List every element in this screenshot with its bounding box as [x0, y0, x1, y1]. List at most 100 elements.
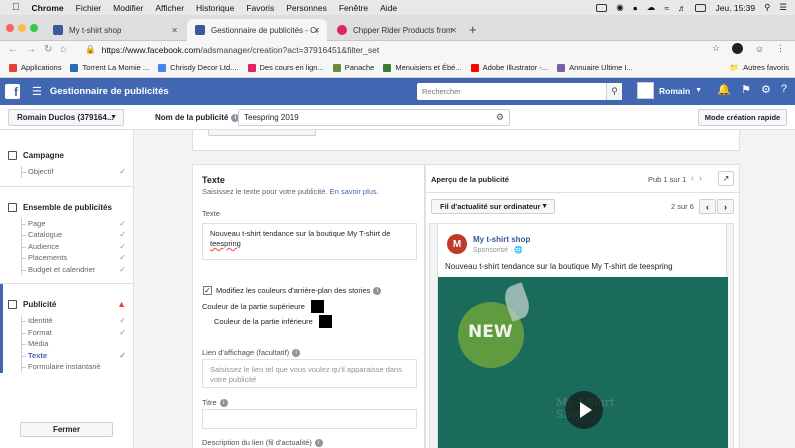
menu-item[interactable]: Afficher	[155, 3, 184, 13]
sidebar-adset[interactable]: Ensemble de publicités	[8, 202, 126, 212]
close-icon[interactable]: ✕	[450, 26, 457, 35]
menu-item[interactable]: Aide	[380, 3, 397, 13]
placement-dropdown[interactable]: Fil d'actualité sur ordinateur ▼	[431, 199, 555, 214]
browser-tab-active[interactable]: Gestionnaire de publicités - Cré ✕	[187, 19, 327, 41]
help-icon[interactable]: ?	[781, 83, 787, 96]
info-icon[interactable]: i	[373, 286, 382, 295]
bookmark-item[interactable]: Des cours en lign...	[247, 63, 324, 72]
extension-icon[interactable]	[731, 43, 743, 54]
facebook-logo-icon[interactable]: f	[5, 84, 20, 99]
bookmark-item[interactable]: Applications	[9, 63, 61, 72]
info-icon[interactable]: i	[314, 439, 323, 448]
list-icon[interactable]: ☰	[779, 2, 787, 13]
sidebar-item-identity[interactable]: Identité ✓	[8, 315, 126, 327]
info-icon[interactable]: i	[292, 349, 301, 358]
menu-icon[interactable]: ☰	[32, 85, 42, 98]
search-icon[interactable]: ⚲	[764, 2, 770, 13]
search-icon[interactable]: ⚲	[606, 83, 622, 100]
info-icon[interactable]: i	[219, 399, 228, 408]
prev-page-button[interactable]: ‹	[699, 199, 716, 214]
close-button[interactable]: Fermer	[20, 422, 113, 437]
sidebar-item-format[interactable]: Format ✓	[8, 326, 126, 339]
reload-icon[interactable]: ↻	[44, 44, 52, 55]
status-icon[interactable]: ◉	[616, 2, 623, 13]
page-avatar[interactable]: M	[447, 234, 467, 254]
other-bookmarks[interactable]: 📁 Autres favoris	[730, 63, 789, 72]
bookmarks-bar: Applications Torrent La Momie ... Chrisd…	[0, 58, 795, 78]
gear-icon[interactable]: ⚙	[496, 112, 504, 123]
section-button[interactable]	[208, 130, 316, 136]
chevron-right-icon[interactable]: ›	[699, 173, 702, 183]
sidebar-item-budget[interactable]: Budget et calendrier ✓	[8, 263, 126, 276]
browser-tab[interactable]: My t-shirt shop ✕	[45, 19, 185, 41]
gear-icon[interactable]: ⚙	[761, 83, 771, 96]
external-link-icon[interactable]: ↗	[718, 171, 734, 186]
title-input[interactable]	[202, 409, 417, 429]
sidebar-item-instant-form[interactable]: Formulaire instantané	[8, 361, 126, 373]
sidebar-item-media[interactable]: Média	[8, 338, 126, 350]
screen-icon[interactable]	[596, 3, 608, 12]
sidebar-item-audience[interactable]: Audience ✓	[8, 240, 126, 253]
wifi-icon[interactable]: ≈	[664, 3, 669, 13]
search-input[interactable]	[417, 84, 603, 99]
primary-text-input[interactable]: Nouveau t-shirt tendance sur la boutique…	[202, 223, 417, 260]
sidebar-item-text[interactable]: Texte ✓	[8, 349, 126, 362]
bookmark-item[interactable]: Panache	[332, 63, 374, 72]
top-color-swatch[interactable]	[311, 300, 324, 313]
user-menu[interactable]: Romain ▼	[637, 82, 702, 99]
volume-icon[interactable]: ♬	[678, 3, 687, 13]
sidebar-ad[interactable]: Publicité ▲	[8, 299, 126, 309]
stories-color-checkbox[interactable]: ✓ Modifiez les couleurs d'arrière-plan d…	[203, 286, 382, 295]
ad-video[interactable]: NEW My T-Shirt Shop	[438, 277, 728, 448]
menu-item[interactable]: Fichier	[76, 3, 102, 13]
bookmark-item[interactable]: Chrisdy Decor Ltd....	[158, 63, 239, 72]
forward-icon[interactable]: →	[26, 44, 36, 55]
learn-more-link[interactable]: En savoir plus.	[330, 187, 379, 196]
new-tab-icon[interactable]: +	[469, 22, 477, 37]
notifications-icon[interactable]: 🔔	[717, 83, 731, 96]
back-icon[interactable]: ←	[8, 44, 18, 55]
profile-icon[interactable]: ☺	[755, 44, 764, 54]
home-icon[interactable]: ⌂	[60, 44, 66, 55]
ad-name-input[interactable]: Teespring 2019 ⚙	[238, 109, 510, 126]
bookmark-item[interactable]: Menuisiers et Ébé...	[383, 63, 462, 72]
browser-tab[interactable]: Chpper Rider Products from R ✕	[329, 19, 464, 41]
close-window-icon[interactable]	[6, 24, 14, 32]
account-selector[interactable]: Romain Duclos (379164... ▼	[8, 109, 124, 126]
sidebar-campaign[interactable]: Campagne	[8, 151, 126, 160]
minimize-window-icon[interactable]	[18, 24, 26, 32]
battery-icon[interactable]	[695, 3, 707, 12]
bookmark-item[interactable]: Adobe Illustrator -...	[470, 63, 548, 72]
menu-app[interactable]: Chrome	[32, 3, 64, 13]
close-icon[interactable]: ✕	[313, 26, 320, 35]
zoom-window-icon[interactable]	[30, 24, 38, 32]
sidebar-item-placements[interactable]: Placements ✓	[8, 252, 126, 264]
quick-creation-button[interactable]: Mode création rapide	[698, 109, 787, 126]
flag-icon[interactable]: ⚑	[741, 83, 751, 96]
sidebar-item-catalogue[interactable]: Catalogue ✓	[8, 229, 126, 241]
display-link-input[interactable]: Saisissez le lien tel que vous voulez qu…	[202, 359, 417, 388]
more-icon[interactable]: ⋮	[776, 43, 785, 54]
checkbox-checked-icon[interactable]: ✓	[203, 286, 212, 295]
chevron-left-icon[interactable]: ‹	[691, 173, 694, 183]
bookmark-item[interactable]: Annuaire Ultime I...	[557, 63, 633, 72]
menu-item[interactable]: Modifier	[113, 3, 143, 13]
page-name[interactable]: My t-shirt shop	[473, 235, 530, 244]
sidebar-item-objective[interactable]: Objectif ✓	[8, 166, 126, 178]
menu-item[interactable]: Personnes	[286, 3, 327, 13]
cloud-icon[interactable]: ☁	[647, 2, 656, 13]
menu-item[interactable]: Fenêtre	[339, 3, 368, 13]
bookmark-item[interactable]: Torrent La Momie ...	[70, 63, 149, 72]
close-icon[interactable]: ✕	[171, 26, 178, 35]
apple-icon[interactable]: 	[12, 2, 20, 13]
menu-item[interactable]: Historique	[196, 3, 234, 13]
address-bar[interactable]: 🔒 https://www.facebook.com /adsmanager/c…	[85, 42, 725, 57]
bottom-color-swatch[interactable]	[319, 315, 332, 328]
clock[interactable]: Jeu. 15:39	[715, 3, 755, 13]
status-icon[interactable]: ●	[633, 3, 638, 13]
sidebar-item-page[interactable]: Page ✓	[8, 217, 126, 230]
menu-item[interactable]: Favoris	[246, 3, 274, 13]
next-page-button[interactable]: ›	[717, 199, 734, 214]
star-icon[interactable]: ☆	[712, 43, 720, 54]
play-icon[interactable]	[565, 391, 603, 429]
